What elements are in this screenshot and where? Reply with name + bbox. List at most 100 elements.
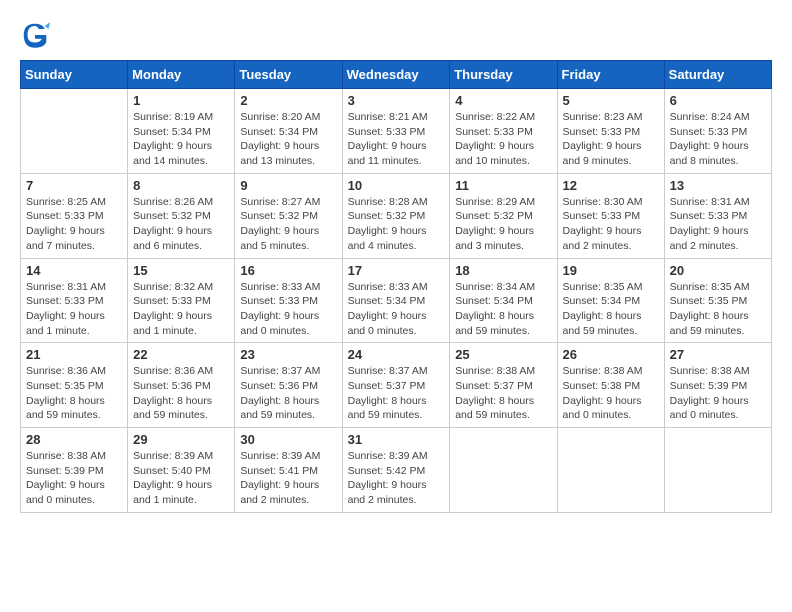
- calendar-cell: 6 Sunrise: 8:24 AM Sunset: 5:33 PM Daylig…: [664, 89, 771, 174]
- cell-day-number: 19: [563, 263, 659, 278]
- calendar-table: SundayMondayTuesdayWednesdayThursdayFrid…: [20, 60, 772, 513]
- cell-info: Sunrise: 8:38 AM Sunset: 5:38 PM Dayligh…: [563, 364, 659, 423]
- cell-info: Sunrise: 8:38 AM Sunset: 5:39 PM Dayligh…: [26, 449, 122, 508]
- calendar-cell: 15Sunrise: 8:32 AM Sunset: 5:33 PM Dayli…: [128, 258, 235, 343]
- calendar-week-1: 1 Sunrise: 8:19 AM Sunset: 5:34 PM Daylig…: [21, 89, 772, 174]
- calendar-cell: 24 Sunrise: 8:37 AM Sunset: 5:37 PM Dayli…: [342, 343, 450, 428]
- cell-day-number: 17: [348, 263, 445, 278]
- cell-info: Sunrise: 8:34 AM Sunset: 5:34 PM Dayligh…: [455, 280, 551, 339]
- cell-info: Sunrise: 8:32 AM Sunset: 5:33 PM Dayligh…: [133, 280, 229, 339]
- cell-info: Sunrise: 8:39 AM Sunset: 5:42 PM Dayligh…: [348, 449, 445, 508]
- calendar-cell: 21Sunrise: 8:36 AM Sunset: 5:35 PM Dayli…: [21, 343, 128, 428]
- calendar-cell: 26 Sunrise: 8:38 AM Sunset: 5:38 PM Dayli…: [557, 343, 664, 428]
- calendar-cell: 18 Sunrise: 8:34 AM Sunset: 5:34 PM Dayli…: [450, 258, 557, 343]
- header-cell-tuesday: Tuesday: [235, 61, 342, 89]
- calendar-week-3: 14Sunrise: 8:31 AM Sunset: 5:33 PM Dayli…: [21, 258, 772, 343]
- cell-day-number: 23: [240, 347, 336, 362]
- cell-info: Sunrise: 8:36 AM Sunset: 5:35 PM Dayligh…: [26, 364, 122, 423]
- cell-info: Sunrise: 8:29 AM Sunset: 5:32 PM Dayligh…: [455, 195, 551, 254]
- cell-info: Sunrise: 8:33 AM Sunset: 5:34 PM Dayligh…: [348, 280, 445, 339]
- cell-day-number: 18: [455, 263, 551, 278]
- calendar-cell: 12 Sunrise: 8:30 AM Sunset: 5:33 PM Dayli…: [557, 173, 664, 258]
- calendar-cell: 23 Sunrise: 8:37 AM Sunset: 5:36 PM Dayli…: [235, 343, 342, 428]
- cell-day-number: 1: [133, 93, 229, 108]
- header-cell-friday: Friday: [557, 61, 664, 89]
- calendar-cell: 19 Sunrise: 8:35 AM Sunset: 5:34 PM Dayli…: [557, 258, 664, 343]
- cell-info: Sunrise: 8:22 AM Sunset: 5:33 PM Dayligh…: [455, 110, 551, 169]
- cell-info: Sunrise: 8:35 AM Sunset: 5:35 PM Dayligh…: [670, 280, 766, 339]
- cell-day-number: 9: [240, 178, 336, 193]
- calendar-cell: 11 Sunrise: 8:29 AM Sunset: 5:32 PM Dayli…: [450, 173, 557, 258]
- cell-info: Sunrise: 8:35 AM Sunset: 5:34 PM Dayligh…: [563, 280, 659, 339]
- calendar-cell: 28 Sunrise: 8:38 AM Sunset: 5:39 PM Dayli…: [21, 428, 128, 513]
- cell-info: Sunrise: 8:31 AM Sunset: 5:33 PM Dayligh…: [26, 280, 122, 339]
- header-cell-thursday: Thursday: [450, 61, 557, 89]
- cell-day-number: 27: [670, 347, 766, 362]
- calendar-cell: [21, 89, 128, 174]
- cell-day-number: 20: [670, 263, 766, 278]
- calendar-cell: 27Sunrise: 8:38 AM Sunset: 5:39 PM Dayli…: [664, 343, 771, 428]
- cell-info: Sunrise: 8:20 AM Sunset: 5:34 PM Dayligh…: [240, 110, 336, 169]
- cell-day-number: 26: [563, 347, 659, 362]
- cell-day-number: 12: [563, 178, 659, 193]
- cell-info: Sunrise: 8:28 AM Sunset: 5:32 PM Dayligh…: [348, 195, 445, 254]
- cell-info: Sunrise: 8:31 AM Sunset: 5:33 PM Dayligh…: [670, 195, 766, 254]
- cell-day-number: 25: [455, 347, 551, 362]
- cell-day-number: 29: [133, 432, 229, 447]
- calendar-cell: 16Sunrise: 8:33 AM Sunset: 5:33 PM Dayli…: [235, 258, 342, 343]
- cell-day-number: 16: [240, 263, 336, 278]
- calendar-cell: 10 Sunrise: 8:28 AM Sunset: 5:32 PM Dayli…: [342, 173, 450, 258]
- calendar-cell: 29Sunrise: 8:39 AM Sunset: 5:40 PM Dayli…: [128, 428, 235, 513]
- cell-day-number: 2: [240, 93, 336, 108]
- calendar-cell: 9 Sunrise: 8:27 AM Sunset: 5:32 PM Daylig…: [235, 173, 342, 258]
- cell-day-number: 8: [133, 178, 229, 193]
- cell-day-number: 10: [348, 178, 445, 193]
- cell-day-number: 13: [670, 178, 766, 193]
- cell-info: Sunrise: 8:37 AM Sunset: 5:36 PM Dayligh…: [240, 364, 336, 423]
- cell-info: Sunrise: 8:37 AM Sunset: 5:37 PM Dayligh…: [348, 364, 445, 423]
- calendar-cell: [557, 428, 664, 513]
- cell-day-number: 5: [563, 93, 659, 108]
- calendar-cell: 7Sunrise: 8:25 AM Sunset: 5:33 PM Daylig…: [21, 173, 128, 258]
- header-cell-sunday: Sunday: [21, 61, 128, 89]
- calendar-cell: 17 Sunrise: 8:33 AM Sunset: 5:34 PM Dayli…: [342, 258, 450, 343]
- calendar-cell: [664, 428, 771, 513]
- cell-info: Sunrise: 8:24 AM Sunset: 5:33 PM Dayligh…: [670, 110, 766, 169]
- header-row: SundayMondayTuesdayWednesdayThursdayFrid…: [21, 61, 772, 89]
- cell-info: Sunrise: 8:21 AM Sunset: 5:33 PM Dayligh…: [348, 110, 445, 169]
- calendar-cell: 2 Sunrise: 8:20 AM Sunset: 5:34 PM Daylig…: [235, 89, 342, 174]
- cell-info: Sunrise: 8:26 AM Sunset: 5:32 PM Dayligh…: [133, 195, 229, 254]
- logo-icon: [20, 20, 50, 50]
- cell-day-number: 28: [26, 432, 122, 447]
- cell-day-number: 4: [455, 93, 551, 108]
- calendar-cell: [450, 428, 557, 513]
- cell-day-number: 24: [348, 347, 445, 362]
- cell-info: Sunrise: 8:39 AM Sunset: 5:41 PM Dayligh…: [240, 449, 336, 508]
- cell-info: Sunrise: 8:27 AM Sunset: 5:32 PM Dayligh…: [240, 195, 336, 254]
- calendar-week-4: 21Sunrise: 8:36 AM Sunset: 5:35 PM Dayli…: [21, 343, 772, 428]
- calendar-cell: 4 Sunrise: 8:22 AM Sunset: 5:33 PM Daylig…: [450, 89, 557, 174]
- cell-day-number: 7: [26, 178, 122, 193]
- cell-info: Sunrise: 8:30 AM Sunset: 5:33 PM Dayligh…: [563, 195, 659, 254]
- calendar-week-5: 28 Sunrise: 8:38 AM Sunset: 5:39 PM Dayli…: [21, 428, 772, 513]
- calendar-cell: 14Sunrise: 8:31 AM Sunset: 5:33 PM Dayli…: [21, 258, 128, 343]
- page-header: [20, 20, 772, 50]
- calendar-body: 1 Sunrise: 8:19 AM Sunset: 5:34 PM Daylig…: [21, 89, 772, 513]
- cell-day-number: 6: [670, 93, 766, 108]
- calendar-cell: 25Sunrise: 8:38 AM Sunset: 5:37 PM Dayli…: [450, 343, 557, 428]
- calendar-cell: 20 Sunrise: 8:35 AM Sunset: 5:35 PM Dayli…: [664, 258, 771, 343]
- cell-info: Sunrise: 8:19 AM Sunset: 5:34 PM Dayligh…: [133, 110, 229, 169]
- header-cell-saturday: Saturday: [664, 61, 771, 89]
- calendar-cell: 8 Sunrise: 8:26 AM Sunset: 5:32 PM Daylig…: [128, 173, 235, 258]
- calendar-cell: 13 Sunrise: 8:31 AM Sunset: 5:33 PM Dayli…: [664, 173, 771, 258]
- calendar-week-2: 7Sunrise: 8:25 AM Sunset: 5:33 PM Daylig…: [21, 173, 772, 258]
- calendar-cell: 30 Sunrise: 8:39 AM Sunset: 5:41 PM Dayli…: [235, 428, 342, 513]
- cell-day-number: 11: [455, 178, 551, 193]
- calendar-cell: 5Sunrise: 8:23 AM Sunset: 5:33 PM Daylig…: [557, 89, 664, 174]
- header-cell-monday: Monday: [128, 61, 235, 89]
- logo: [20, 20, 54, 50]
- calendar-cell: 1 Sunrise: 8:19 AM Sunset: 5:34 PM Daylig…: [128, 89, 235, 174]
- cell-day-number: 30: [240, 432, 336, 447]
- header-cell-wednesday: Wednesday: [342, 61, 450, 89]
- calendar-cell: 3Sunrise: 8:21 AM Sunset: 5:33 PM Daylig…: [342, 89, 450, 174]
